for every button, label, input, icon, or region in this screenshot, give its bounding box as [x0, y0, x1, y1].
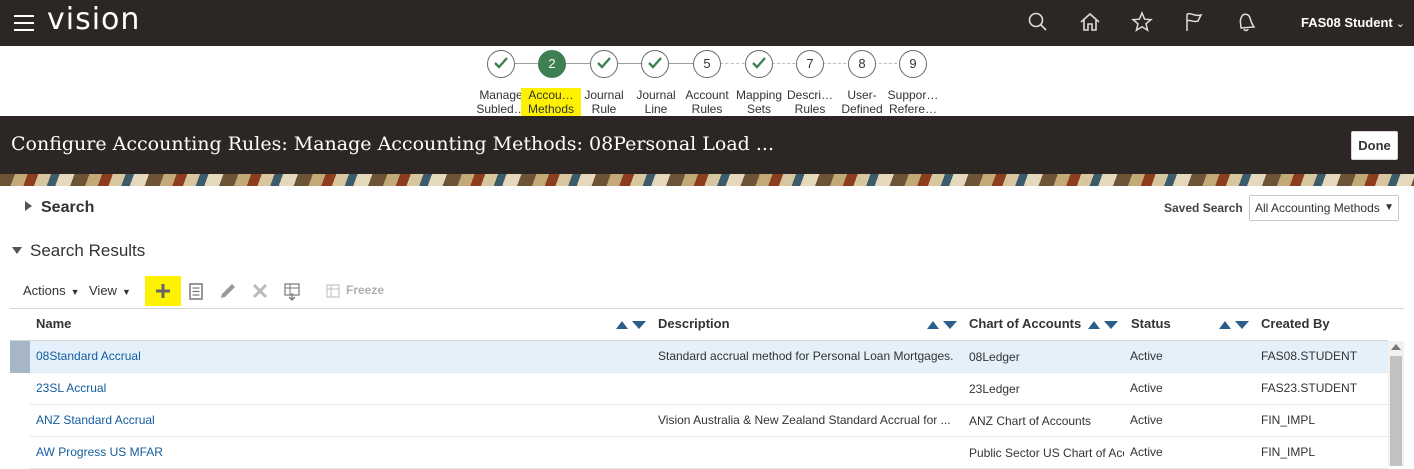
expand-search-icon[interactable] — [25, 201, 32, 211]
process-train: Manage Subled… 2 Accou… Methods Journal Rul… — [0, 46, 1414, 116]
sort-arrows-icon[interactable] — [926, 319, 960, 331]
row-created-by: FAS08.STUDENT — [1261, 349, 1358, 363]
done-button[interactable]: Done — [1351, 131, 1398, 160]
actions-label: Actions — [23, 283, 66, 298]
notifications-bell-icon[interactable] — [1234, 10, 1258, 34]
column-header-chart-of-accounts[interactable]: Chart of Accounts — [969, 316, 1081, 331]
row-chart-of-accounts: Public Sector US Chart of Acc — [969, 446, 1124, 460]
train-stop-7[interactable]: 7 — [796, 50, 824, 78]
row-created-by: FIN_IMPL — [1261, 445, 1316, 459]
train-label-5[interactable]: Account Rules — [677, 88, 737, 116]
row-chart-of-accounts: 23Ledger — [969, 382, 1020, 396]
freeze-button[interactable]: Freeze — [346, 283, 384, 297]
page-title: Configure Accounting Rules: Manage Accou… — [11, 133, 775, 155]
train-stop-6[interactable] — [745, 50, 773, 78]
view-details-icon[interactable] — [178, 276, 214, 306]
view-menu[interactable]: View ▼ — [89, 283, 131, 298]
saved-search-value: All Accounting Methods — [1255, 201, 1380, 215]
train-stop-1[interactable] — [487, 50, 515, 78]
row-name-link[interactable]: ANZ Standard Accrual — [36, 413, 596, 427]
train-stop-5[interactable]: 5 — [693, 50, 721, 78]
dropdown-arrow-icon: ▼ — [121, 287, 131, 297]
collapse-results-icon[interactable] — [12, 247, 22, 254]
chevron-down-icon: ⌄ — [1395, 18, 1405, 30]
train-label-2[interactable]: Accou… Methods — [521, 88, 581, 116]
saved-search-label: Saved Search — [1164, 201, 1243, 215]
checkmark-icon — [494, 57, 508, 69]
column-header-status[interactable]: Status — [1131, 316, 1171, 331]
train-stop-2[interactable]: 2 — [538, 50, 566, 78]
row-description: Vision Australia & New Zealand Standard … — [658, 413, 951, 427]
scroll-up-arrow-icon[interactable] — [1391, 344, 1401, 350]
table-row[interactable]: AW Progress US MFAR Public Sector US Cha… — [10, 437, 1388, 469]
actions-menu[interactable]: Actions ▼ — [23, 283, 80, 298]
saved-search-select[interactable]: All Accounting Methods ▼ — [1249, 195, 1399, 221]
row-status: Active — [1130, 349, 1163, 363]
row-name-link[interactable]: AW Progress US MFAR — [36, 445, 596, 459]
favorites-star-icon[interactable] — [1130, 10, 1154, 34]
train-stop-9[interactable]: 9 — [899, 50, 927, 78]
table-row[interactable]: ANZ Standard Accrual Vision Australia & … — [10, 405, 1388, 437]
dropdown-arrow-icon: ▼ — [70, 287, 80, 297]
row-selector[interactable] — [10, 437, 30, 469]
edit-pencil-icon[interactable] — [210, 276, 246, 306]
column-header-name[interactable]: Name — [36, 316, 71, 331]
row-status: Active — [1130, 381, 1163, 395]
row-chart-of-accounts: 08Ledger — [969, 350, 1020, 364]
sort-arrows-icon[interactable] — [615, 319, 649, 331]
page-header: Configure Accounting Rules: Manage Accou… — [0, 116, 1414, 174]
checkmark-icon — [648, 57, 662, 69]
user-name: FAS08 Student — [1301, 15, 1393, 30]
checkmark-icon — [752, 57, 766, 69]
home-icon[interactable] — [1078, 10, 1102, 34]
scrollbar-thumb[interactable] — [1390, 356, 1402, 466]
row-chart-of-accounts: ANZ Chart of Accounts — [969, 414, 1092, 428]
decorative-banner — [0, 174, 1414, 186]
train-label-3[interactable]: Journal Rule — [574, 88, 634, 116]
train-stop-3[interactable] — [590, 50, 618, 78]
watchlist-flag-icon[interactable] — [1182, 10, 1206, 34]
checkmark-icon — [597, 57, 611, 69]
brand-logo[interactable]: vision — [47, 0, 140, 40]
train-connector — [772, 63, 902, 64]
search-results-title: Search Results — [30, 241, 146, 260]
row-description: Standard accrual method for Personal Loa… — [658, 349, 954, 363]
row-status: Active — [1130, 445, 1163, 459]
row-selector[interactable] — [10, 341, 30, 373]
table-row[interactable]: 08Standard Accrual Standard accrual meth… — [10, 341, 1388, 373]
search-section: Search Saved Search All Accounting Metho… — [0, 186, 1414, 230]
global-header: vision FAS08 Student ⌄ — [0, 0, 1414, 46]
sort-arrows-icon[interactable] — [1087, 319, 1121, 331]
row-created-by: FAS23.STUDENT — [1261, 381, 1358, 395]
chevron-down-icon: ▼ — [1384, 202, 1394, 213]
row-selector[interactable] — [10, 373, 30, 405]
freeze-icon — [326, 284, 340, 298]
add-icon[interactable] — [145, 276, 181, 306]
column-header-created-by[interactable]: Created By — [1261, 316, 1330, 331]
row-created-by: FIN_IMPL — [1261, 413, 1316, 427]
column-header-description[interactable]: Description — [658, 316, 730, 331]
search-icon[interactable] — [1026, 10, 1050, 34]
train-stop-4[interactable] — [641, 50, 669, 78]
row-selector[interactable] — [10, 405, 30, 437]
row-name-link[interactable]: 23SL Accrual — [36, 381, 596, 395]
sort-arrows-icon[interactable] — [1218, 319, 1252, 331]
train-label-9[interactable]: Suppor… Refere… — [883, 88, 943, 116]
view-label: View — [89, 283, 117, 298]
row-name-link[interactable]: 08Standard Accrual — [36, 349, 596, 363]
navigator-menu-icon[interactable] — [14, 15, 34, 31]
export-icon[interactable] — [274, 276, 310, 306]
delete-x-icon[interactable] — [242, 276, 278, 306]
row-status: Active — [1130, 413, 1163, 427]
train-label-7[interactable]: Descri… Rules — [780, 88, 840, 116]
user-menu[interactable]: FAS08 Student ⌄ — [1301, 15, 1405, 30]
table-border — [10, 308, 1404, 309]
table-row[interactable]: 23SL Accrual 23Ledger Active FAS23.STUDE… — [10, 373, 1388, 405]
train-stop-8[interactable]: 8 — [848, 50, 876, 78]
search-header[interactable]: Search — [41, 199, 94, 217]
